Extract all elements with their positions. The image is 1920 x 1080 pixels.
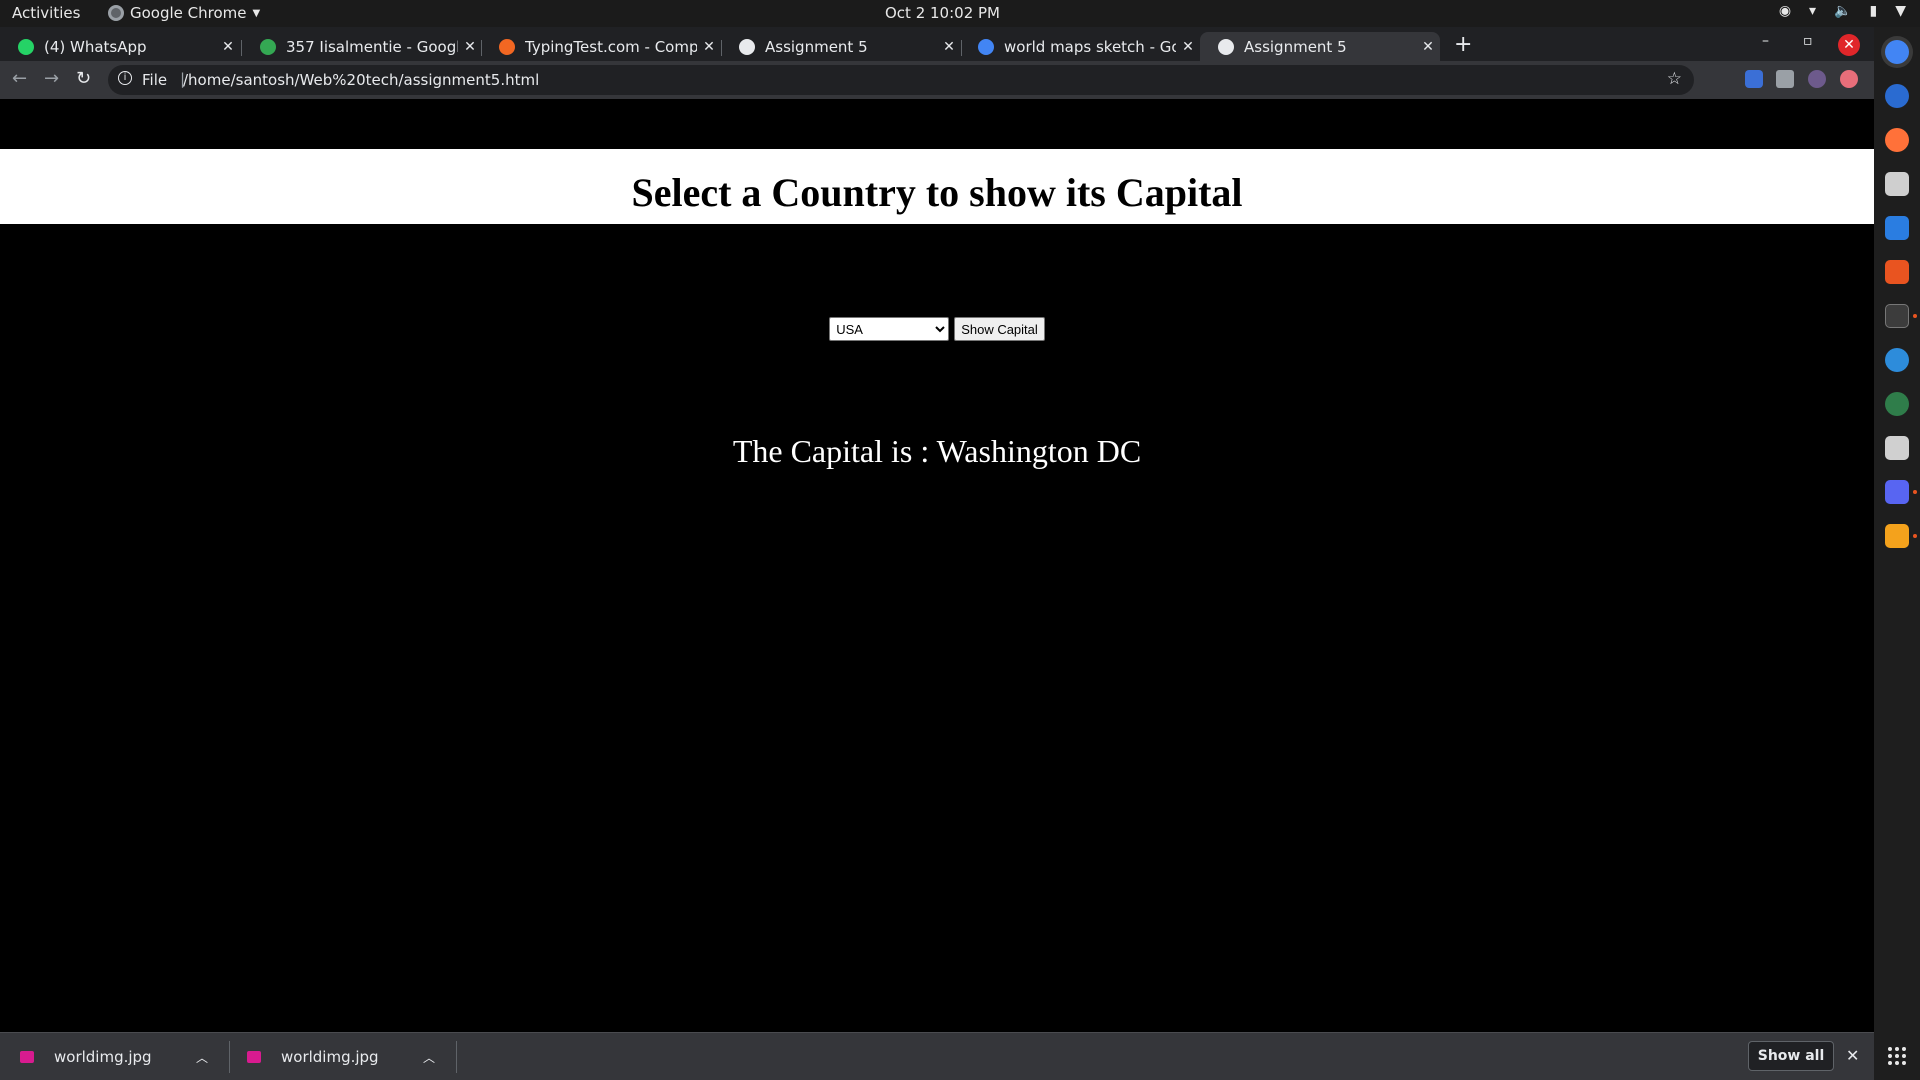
firefox-dock-icon[interactable] [1885, 128, 1909, 152]
tab-title: (4) WhatsApp [44, 37, 147, 56]
tab-assignment-5-active[interactable]: Assignment 5 ✕ [1200, 32, 1440, 61]
new-tab-plus-icon[interactable]: + [1454, 32, 1472, 57]
chevron-up-icon[interactable]: ︿ [423, 1049, 453, 1066]
globe-icon [739, 38, 755, 55]
system-tray[interactable]: ◉ ▾ 🔈 ▮ ▼ [1779, 3, 1906, 19]
chrome-app-icon [108, 5, 124, 21]
google-maps-icon [260, 38, 276, 55]
tab-title: 357 Iisalmentie - Google M [286, 37, 458, 56]
download-item[interactable]: worldimg.jpg ︿ [0, 1033, 226, 1080]
globe-icon [1218, 38, 1234, 55]
close-tab-icon[interactable]: ✕ [697, 39, 721, 55]
url-text[interactable]: /home/santosh/Web%20tech/assignment5.htm… [183, 71, 539, 89]
chevron-up-icon[interactable]: ︿ [196, 1049, 226, 1066]
download-divider [456, 1041, 457, 1073]
discord-dock-icon[interactable] [1885, 480, 1909, 504]
terminal-dock-icon[interactable] [1885, 304, 1909, 328]
forward-arrow-icon[interactable]: → [44, 68, 59, 89]
download-filename: worldimg.jpg [54, 1048, 152, 1066]
tab-typingtest[interactable]: TypingTest.com - Complet ✕ [481, 32, 721, 61]
download-shelf: worldimg.jpg ︿ worldimg.jpg ︿ Show all ✕ [0, 1032, 1874, 1080]
help-dock-icon[interactable] [1885, 348, 1909, 372]
typingtest-icon [499, 38, 515, 55]
google-icon [978, 38, 994, 55]
tab-title: TypingTest.com - Complet [525, 37, 697, 56]
battery-icon: ▮ [1869, 3, 1878, 19]
clock[interactable]: Oct 2 10:02 PM [885, 4, 1000, 22]
extensions-puzzle-icon[interactable] [1776, 70, 1794, 88]
site-info-icon[interactable]: i [118, 71, 132, 85]
page-title: Select a Country to show its Capital [631, 170, 1243, 215]
update-indicator-icon[interactable] [1840, 70, 1858, 88]
country-select[interactable]: USA [829, 317, 950, 341]
tab-title: world maps sketch - Goog [1004, 37, 1176, 56]
translate-extension-icon[interactable] [1745, 70, 1763, 88]
globe-dock-icon[interactable] [1885, 392, 1909, 416]
close-tab-icon[interactable]: ✕ [458, 39, 482, 55]
tab-title: Assignment 5 [1244, 37, 1347, 56]
country-form: USA Show Capital [0, 317, 1874, 341]
tab-whatsapp[interactable]: (4) WhatsApp ✕ [0, 32, 240, 61]
download-item[interactable]: worldimg.jpg ︿ [227, 1033, 453, 1080]
system-menu-caret-icon[interactable]: ▼ [1895, 3, 1906, 19]
caret-down-icon: ▼ [252, 7, 261, 19]
sublime-text-dock-icon[interactable] [1885, 524, 1909, 548]
close-tab-icon[interactable]: ✕ [216, 39, 240, 55]
chrome-dock-icon[interactable] [1885, 40, 1909, 64]
tab-google-maps[interactable]: 357 Iisalmentie - Google M ✕ [242, 32, 482, 61]
tab-strip: (4) WhatsApp ✕ 357 Iisalmentie - Google … [0, 27, 1874, 61]
bookmark-star-icon[interactable]: ☆ [1667, 69, 1682, 89]
browser-toolbar: ← → ↻ i File | /home/santosh/Web%20tech/… [0, 61, 1874, 99]
system-top-bar: Activities Google Chrome ▼ Oct 2 10:02 P… [0, 0, 1920, 27]
image-file-icon [247, 1051, 261, 1063]
wifi-icon: ▾ [1809, 3, 1817, 19]
close-shelf-icon[interactable]: ✕ [1846, 1046, 1859, 1065]
files-dock-icon[interactable] [1885, 172, 1909, 196]
profile-avatar[interactable] [1808, 70, 1826, 88]
url-scheme-label: File [142, 71, 168, 89]
image-file-icon [20, 1051, 34, 1063]
show-applications-icon[interactable] [1888, 1047, 1906, 1065]
show-capital-button[interactable]: Show Capital [954, 317, 1045, 341]
ubuntu-dock [1874, 27, 1920, 1080]
minimize-icon[interactable]: – [1762, 33, 1769, 49]
tab-title: Assignment 5 [765, 37, 868, 56]
writer-dock-icon[interactable] [1885, 216, 1909, 240]
window-close-icon[interactable]: ✕ [1838, 34, 1860, 56]
page-viewport: Select a Country to show its Capital USA… [0, 99, 1874, 1032]
capital-result-text: The Capital is : Washington DC [732, 433, 1142, 469]
activities-button[interactable]: Activities [12, 4, 80, 22]
app-menu-label: Google Chrome [130, 4, 247, 22]
discord-icon[interactable]: ◉ [1779, 3, 1791, 19]
close-tab-icon[interactable]: ✕ [1416, 39, 1440, 55]
address-bar[interactable]: i File | /home/santosh/Web%20tech/assign… [108, 65, 1694, 95]
show-all-button[interactable]: Show all [1748, 1041, 1834, 1071]
restore-icon[interactable]: ▫ [1803, 33, 1813, 49]
app-menu[interactable]: Google Chrome ▼ [108, 4, 260, 22]
running-indicator [1913, 314, 1917, 318]
tab-assignment-5[interactable]: Assignment 5 ✕ [721, 32, 961, 61]
volume-icon: 🔈 [1834, 3, 1852, 19]
download-filename: worldimg.jpg [281, 1048, 379, 1066]
running-indicator [1913, 534, 1917, 538]
running-indicator [1913, 490, 1917, 494]
reload-icon[interactable]: ↻ [76, 68, 91, 89]
back-arrow-icon[interactable]: ← [12, 68, 27, 89]
tab-world-maps-sketch[interactable]: world maps sketch - Goog ✕ [960, 32, 1200, 61]
whatsapp-icon [18, 38, 34, 55]
software-dock-icon[interactable] [1885, 260, 1909, 284]
close-tab-icon[interactable]: ✕ [937, 39, 961, 55]
thunderbird-dock-icon[interactable] [1885, 84, 1909, 108]
close-tab-icon[interactable]: ✕ [1176, 39, 1200, 55]
search-dock-icon[interactable] [1885, 436, 1909, 460]
